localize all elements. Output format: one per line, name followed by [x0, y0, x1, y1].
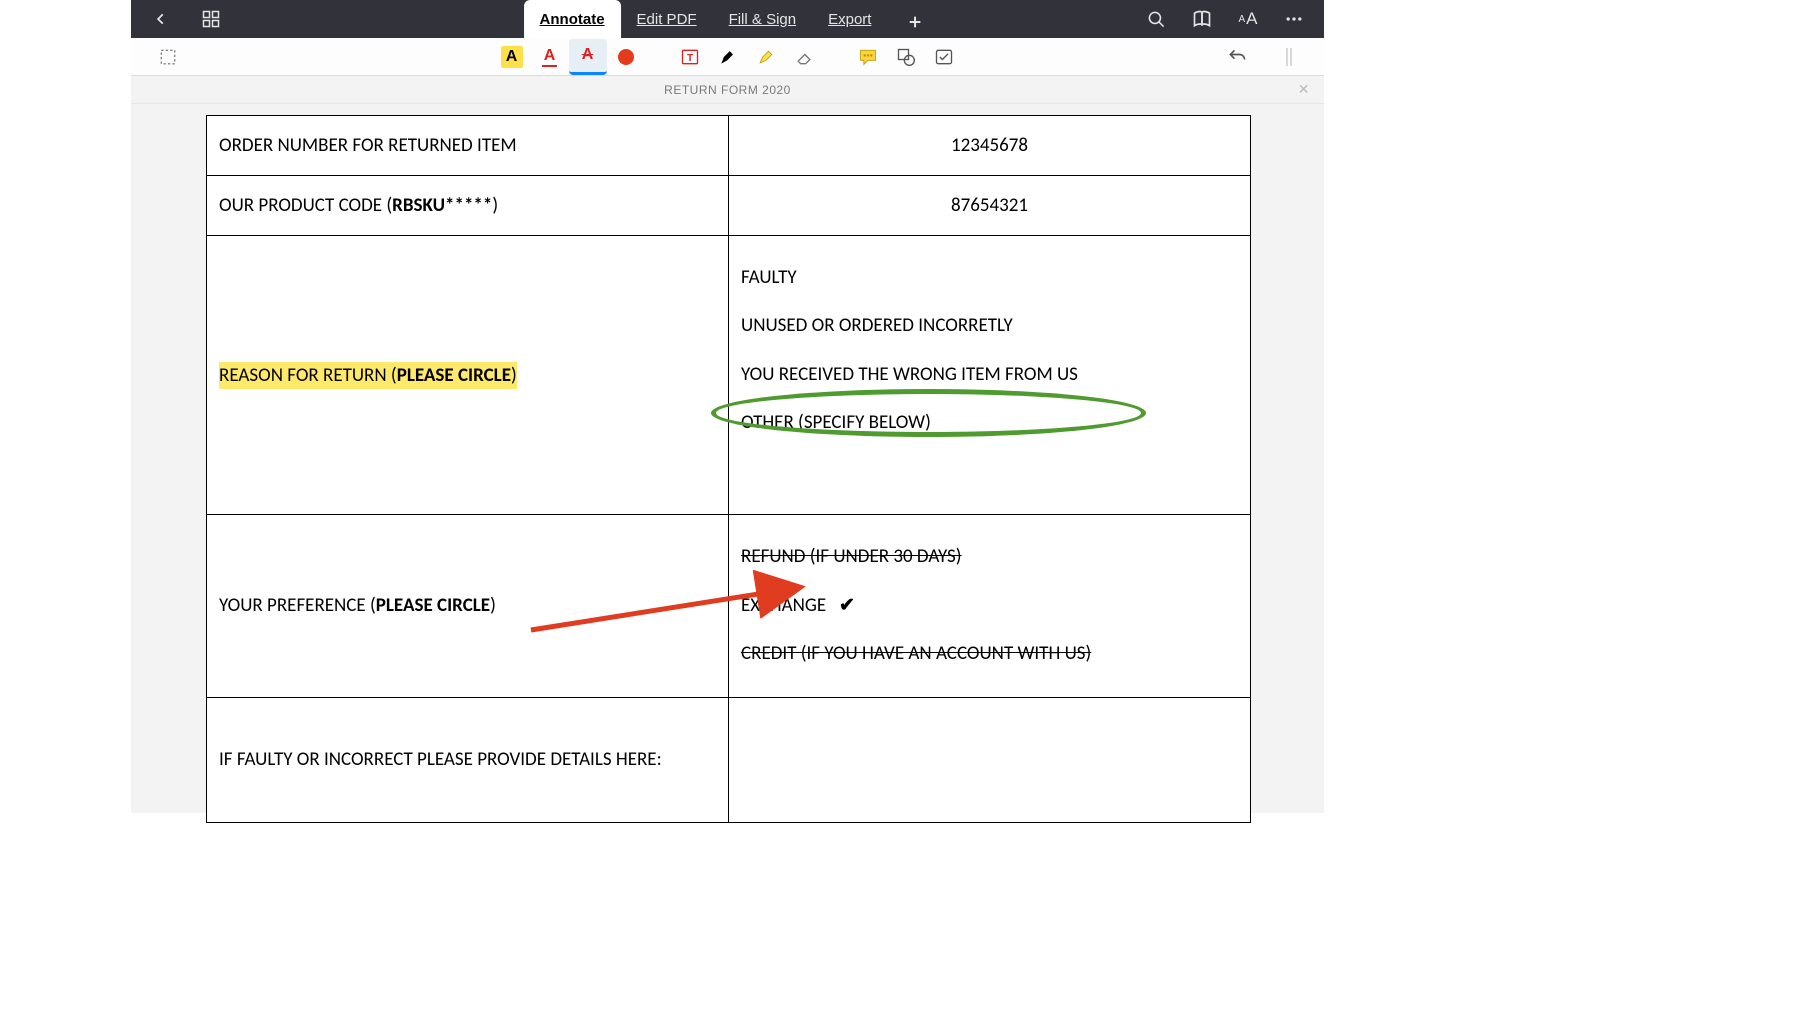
tab-edit-pdf[interactable]: Edit PDF	[621, 0, 713, 38]
shape-tool[interactable]	[887, 39, 925, 75]
table-row: ORDER NUMBER FOR RETURNED ITEM 12345678	[207, 116, 1251, 176]
document-title: RETURN FORM 2020	[664, 83, 791, 97]
table-row: YOUR PREFERENCE (PLEASE CIRCLE) REFUND (…	[207, 515, 1251, 697]
mode-tabs: Annotate Edit PDF Fill & Sign Export	[524, 0, 932, 38]
details-value	[729, 697, 1251, 822]
details-label: IF FAULTY OR INCORRECT PLEASE PROVIDE DE…	[207, 697, 729, 822]
highlighter-tool[interactable]	[747, 39, 785, 75]
text-size-button[interactable]: AA	[1232, 3, 1264, 35]
toolbar-right	[1218, 39, 1324, 75]
top-bar: Annotate Edit PDF Fill & Sign Export AA	[131, 0, 1324, 38]
product-code-value: 87654321	[729, 176, 1251, 236]
eraser-tool[interactable]	[785, 39, 823, 75]
undo-button[interactable]	[1218, 39, 1256, 75]
toolbar-left	[131, 39, 187, 75]
annotate-toolbar: A A A T	[131, 38, 1324, 76]
toolbar-tools: A A A T	[493, 39, 963, 75]
strikethrough-tool[interactable]: A	[569, 39, 607, 75]
order-number-label: ORDER NUMBER FOR RETURNED ITEM	[207, 116, 729, 176]
pref-exchange: EXCHANGE ✔	[741, 582, 1238, 630]
svg-text:T: T	[686, 53, 692, 64]
pen-tool[interactable]	[709, 39, 747, 75]
preference-options: REFUND (IF UNDER 30 DAYS) EXCHANGE ✔ CRE…	[729, 515, 1251, 697]
note-tool[interactable]	[849, 39, 887, 75]
highlight-tool[interactable]: A	[493, 39, 531, 75]
close-document-button[interactable]: ✕	[1298, 81, 1310, 98]
underline-tool[interactable]: A	[531, 39, 569, 75]
reason-options: FAULTY UNUSED OR ORDERED INCORRETLY YOU …	[729, 236, 1251, 515]
reason-wrong-item: YOU RECEIVED THE WRONG ITEM FROM US	[741, 351, 1238, 399]
product-code-label: OUR PRODUCT CODE (RBSKU*****)	[207, 176, 729, 236]
add-tab-button[interactable]	[899, 6, 931, 38]
return-form-table: ORDER NUMBER FOR RETURNED ITEM 12345678 …	[206, 115, 1251, 823]
document-page: ORDER NUMBER FOR RETURNED ITEM 12345678 …	[206, 115, 1251, 823]
more-button[interactable]	[1278, 3, 1310, 35]
color-picker-tool[interactable]	[607, 39, 645, 75]
selection-tool[interactable]	[149, 39, 187, 75]
tab-annotate[interactable]: Annotate	[524, 0, 621, 38]
app-window: Annotate Edit PDF Fill & Sign Export AA	[131, 0, 1324, 813]
document-title-bar: RETURN FORM 2020 ✕	[131, 76, 1324, 104]
stamp-tool[interactable]	[925, 39, 963, 75]
tab-export[interactable]: Export	[812, 0, 887, 38]
table-row: IF FAULTY OR INCORRECT PLEASE PROVIDE DE…	[207, 697, 1251, 822]
pref-credit: CREDIT (IF YOU HAVE AN ACCOUNT WITH US)	[741, 630, 1238, 678]
reason-label: REASON FOR RETURN (PLEASE CIRCLE)	[207, 236, 729, 515]
tab-fill-sign[interactable]: Fill & Sign	[713, 0, 813, 38]
reading-view-button[interactable]	[1186, 3, 1218, 35]
reason-other: OTHER (SPECIFY BELOW)	[741, 399, 1238, 447]
checkmark-icon: ✔	[839, 594, 855, 617]
table-row: OUR PRODUCT CODE (RBSKU*****) 87654321	[207, 176, 1251, 236]
top-bar-right: AA	[1140, 3, 1324, 35]
back-button[interactable]	[145, 3, 177, 35]
top-bar-left	[131, 3, 227, 35]
reason-faulty: FAULTY	[741, 254, 1238, 302]
preference-label: YOUR PREFERENCE (PLEASE CIRCLE)	[207, 515, 729, 697]
table-row: REASON FOR RETURN (PLEASE CIRCLE) FAULTY…	[207, 236, 1251, 515]
order-number-value: 12345678	[729, 116, 1251, 176]
thumbnails-button[interactable]	[195, 3, 227, 35]
textbox-tool[interactable]: T	[671, 39, 709, 75]
search-button[interactable]	[1140, 3, 1172, 35]
redo-button[interactable]	[1270, 39, 1308, 75]
reason-unused: UNUSED OR ORDERED INCORRETLY	[741, 302, 1238, 350]
pref-refund: REFUND (IF UNDER 30 DAYS)	[741, 533, 1238, 581]
